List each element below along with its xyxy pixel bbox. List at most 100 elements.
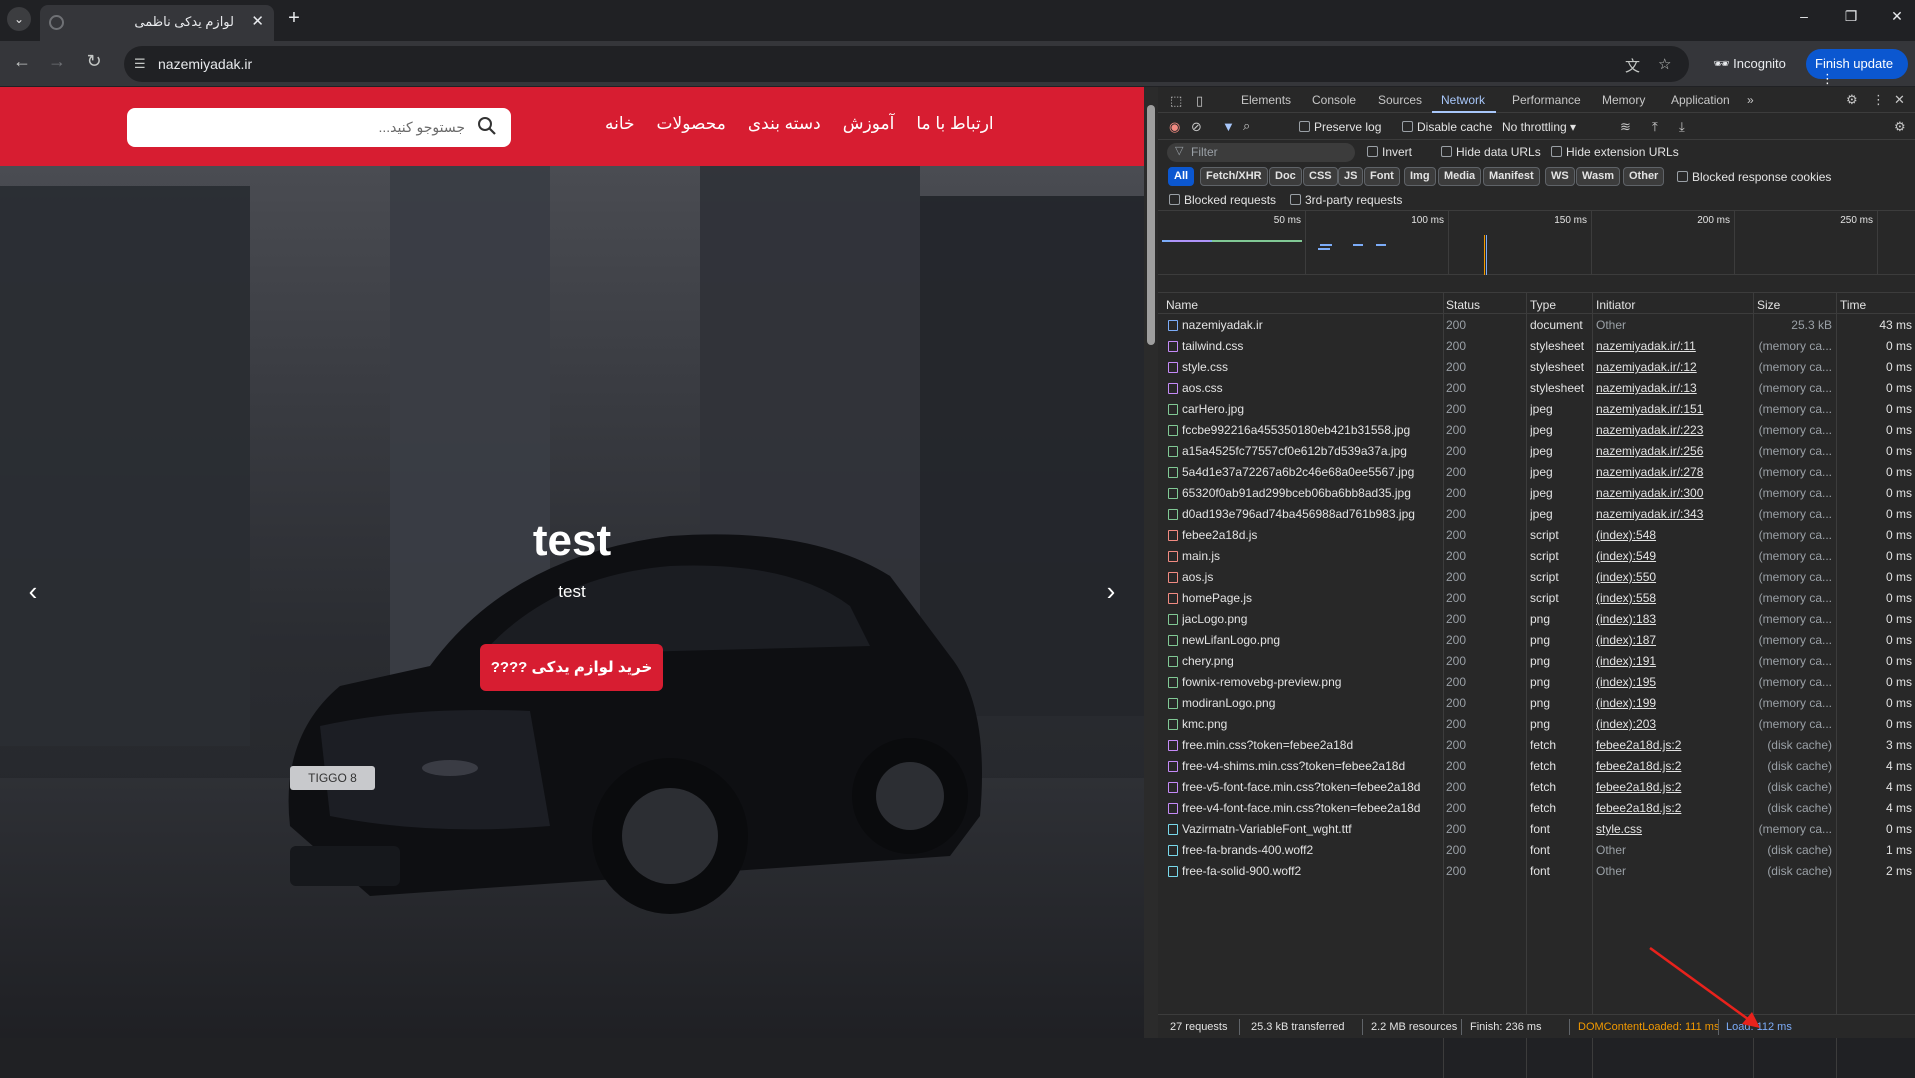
- request-row[interactable]: jacLogo.png 200 png (index):183 (memory ca..…: [1158, 609, 1915, 630]
- nav-item-products[interactable]: محصولات: [657, 114, 726, 140]
- request-initiator[interactable]: nazemiyadak.ir/:300: [1596, 486, 1746, 500]
- request-row[interactable]: free-fa-brands-400.woff2 200 font Other (dis…: [1158, 840, 1915, 861]
- tab-network[interactable]: Network: [1441, 93, 1485, 107]
- request-row[interactable]: chery.png 200 png (index):191 (memory ca... 0…: [1158, 651, 1915, 672]
- request-row[interactable]: newLifanLogo.png 200 png (index):187 (memory…: [1158, 630, 1915, 651]
- request-initiator[interactable]: (index):195: [1596, 675, 1746, 689]
- request-row[interactable]: aos.js 200 script (index):550 (memory ca... 0…: [1158, 567, 1915, 588]
- tab-application[interactable]: Application: [1671, 93, 1730, 107]
- nav-item-contact[interactable]: ارتباط با ما: [916, 114, 993, 140]
- import-har-icon[interactable]: ⤒: [1652, 119, 1658, 135]
- request-initiator[interactable]: nazemiyadak.ir/:223: [1596, 423, 1746, 437]
- nav-item-home[interactable]: خانه: [605, 114, 635, 140]
- inspect-element-icon[interactable]: ⬚: [1170, 93, 1182, 109]
- close-tab-icon[interactable]: ✕: [251, 12, 264, 30]
- back-button[interactable]: ←: [9, 51, 35, 72]
- page-scrollbar[interactable]: [1144, 87, 1158, 1038]
- bookmark-star-icon[interactable]: ☆: [1658, 55, 1671, 73]
- request-row[interactable]: free.min.css?token=febee2a18d 200 fetch feb…: [1158, 735, 1915, 756]
- request-row[interactable]: free-v4-shims.min.css?token=febee2a18d 20…: [1158, 756, 1915, 777]
- browser-tab[interactable]: لوازم یدکی ناظمی ✕: [40, 5, 274, 41]
- column-header-type[interactable]: Type: [1530, 298, 1556, 312]
- request-row[interactable]: free-fa-solid-900.woff2 200 font Other (disk…: [1158, 861, 1915, 882]
- record-icon[interactable]: ◉: [1169, 119, 1180, 135]
- third-party-requests-checkbox[interactable]: 3rd-party requests: [1290, 193, 1402, 207]
- site-search-box[interactable]: جستوجو کنید...: [127, 108, 511, 147]
- tab-console[interactable]: Console: [1312, 93, 1356, 107]
- request-row[interactable]: 5a4d1e37a72267a6b2c46e68a0ee5567.jpg 200 j…: [1158, 462, 1915, 483]
- type-filter-ws[interactable]: WS: [1545, 167, 1575, 186]
- type-filter-fetch-xhr[interactable]: Fetch/XHR: [1200, 167, 1268, 186]
- hide-data-urls-checkbox[interactable]: Hide data URLs: [1441, 145, 1541, 159]
- type-filter-img[interactable]: Img: [1404, 167, 1436, 186]
- shop-parts-button[interactable]: خرید لوازم یدکی ????: [480, 644, 663, 691]
- translate-icon[interactable]: 文: [1625, 55, 1640, 76]
- incognito-indicator[interactable]: 🕶 Incognito: [1703, 49, 1796, 79]
- tab-performance[interactable]: Performance: [1512, 93, 1581, 107]
- slider-prev-icon[interactable]: ‹: [18, 576, 48, 607]
- export-har-icon[interactable]: ⤓: [1679, 119, 1685, 135]
- address-bar[interactable]: ☰ nazemiyadak.ir 文 ☆: [124, 46, 1689, 82]
- request-row[interactable]: carHero.jpg 200 jpeg nazemiyadak.ir/:151 (me…: [1158, 399, 1915, 420]
- tab-memory[interactable]: Memory: [1602, 93, 1645, 107]
- request-initiator[interactable]: (index):550: [1596, 570, 1746, 584]
- type-filter-manifest[interactable]: Manifest: [1483, 167, 1540, 186]
- filter-funnel-icon[interactable]: ▼: [1222, 119, 1235, 134]
- request-initiator[interactable]: style.css: [1596, 822, 1746, 836]
- settings-gear-icon[interactable]: ⚙: [1846, 92, 1858, 108]
- request-initiator[interactable]: (index):558: [1596, 591, 1746, 605]
- request-row[interactable]: aos.css 200 stylesheet nazemiyadak.ir/:13 (m…: [1158, 378, 1915, 399]
- tab-elements[interactable]: Elements: [1241, 93, 1291, 107]
- request-row[interactable]: kmc.png 200 png (index):203 (memory ca... 0 m…: [1158, 714, 1915, 735]
- page-scroll-thumb[interactable]: [1147, 105, 1155, 345]
- request-initiator[interactable]: (index):183: [1596, 612, 1746, 626]
- restore-button[interactable]: ❐: [1836, 8, 1866, 25]
- type-filter-other[interactable]: Other: [1623, 167, 1665, 186]
- request-initiator[interactable]: nazemiyadak.ir/:12: [1596, 360, 1746, 374]
- disable-cache-checkbox[interactable]: Disable cache: [1402, 120, 1492, 134]
- checkbox-icon[interactable]: [1290, 194, 1301, 205]
- type-filter-doc[interactable]: Doc: [1269, 167, 1302, 186]
- request-row[interactable]: fownix-removebg-preview.png 200 png (index)…: [1158, 672, 1915, 693]
- request-initiator[interactable]: (index):549: [1596, 549, 1746, 563]
- network-conditions-icon[interactable]: ≋: [1620, 119, 1631, 135]
- search-icon[interactable]: [477, 116, 497, 136]
- checkbox-icon[interactable]: [1551, 146, 1562, 157]
- more-tabs-icon[interactable]: »: [1747, 93, 1754, 107]
- request-row[interactable]: style.css 200 stylesheet nazemiyadak.ir/:12…: [1158, 357, 1915, 378]
- slider-next-icon[interactable]: ›: [1096, 576, 1126, 607]
- finish-update-button[interactable]: Finish update ⋮: [1806, 49, 1908, 86]
- request-initiator[interactable]: febee2a18d.js:2: [1596, 738, 1746, 752]
- request-row[interactable]: nazemiyadak.ir 200 document Other 25.3 kB 43 …: [1158, 315, 1915, 336]
- request-row[interactable]: main.js 200 script (index):549 (memory ca...…: [1158, 546, 1915, 567]
- request-initiator[interactable]: nazemiyadak.ir/:13: [1596, 381, 1746, 395]
- request-initiator[interactable]: febee2a18d.js:2: [1596, 801, 1746, 815]
- request-row[interactable]: modiranLogo.png 200 png (index):199 (memory …: [1158, 693, 1915, 714]
- request-row[interactable]: fccbe992216a455350180eb421b31558.jpg 200 j…: [1158, 420, 1915, 441]
- column-header-status[interactable]: Status: [1446, 298, 1480, 312]
- close-devtools-icon[interactable]: ✕: [1894, 92, 1905, 108]
- column-header-initiator[interactable]: Initiator: [1596, 298, 1635, 312]
- request-initiator[interactable]: nazemiyadak.ir/:278: [1596, 465, 1746, 479]
- close-window-button[interactable]: ✕: [1882, 8, 1912, 25]
- checkbox-icon[interactable]: [1299, 121, 1310, 132]
- request-initiator[interactable]: febee2a18d.js:2: [1596, 759, 1746, 773]
- network-settings-gear-icon[interactable]: ⚙: [1894, 119, 1906, 135]
- reload-button[interactable]: ↻: [81, 51, 107, 72]
- checkbox-icon[interactable]: [1367, 146, 1378, 157]
- site-info-icon[interactable]: ☰: [134, 56, 146, 72]
- type-filter-all[interactable]: All: [1168, 167, 1195, 186]
- request-initiator[interactable]: (index):548: [1596, 528, 1746, 542]
- devtools-menu-icon[interactable]: ⋮: [1872, 92, 1885, 108]
- request-row[interactable]: d0ad193e796ad74ba456988ad761b983.jpg 200 j…: [1158, 504, 1915, 525]
- type-filter-wasm[interactable]: Wasm: [1576, 167, 1620, 186]
- request-initiator[interactable]: nazemiyadak.ir/:343: [1596, 507, 1746, 521]
- request-initiator[interactable]: (index):199: [1596, 696, 1746, 710]
- blocked-response-cookies-checkbox[interactable]: Blocked response cookies: [1677, 170, 1831, 184]
- column-header-name[interactable]: Name: [1166, 298, 1198, 312]
- request-row[interactable]: 65320f0ab91ad299bceb06ba6bb8ad35.jpg 200 j…: [1158, 483, 1915, 504]
- blocked-requests-checkbox[interactable]: Blocked requests: [1169, 193, 1276, 207]
- request-initiator[interactable]: nazemiyadak.ir/:151: [1596, 402, 1746, 416]
- search-input[interactable]: جستوجو کنید...: [378, 119, 465, 136]
- minimize-button[interactable]: –: [1789, 8, 1819, 24]
